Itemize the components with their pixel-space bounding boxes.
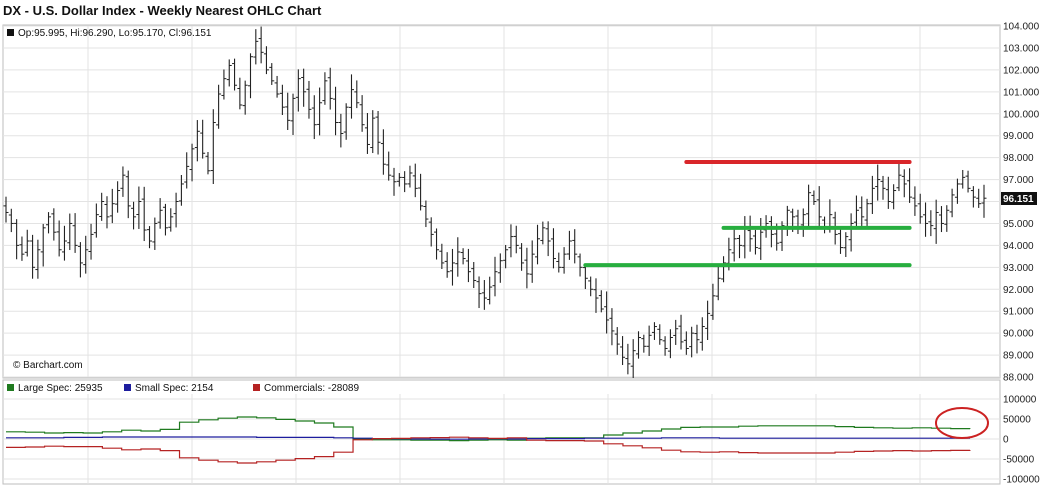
cot-tick-label: 0 [1003, 435, 1009, 446]
small-spec-label: Small Spec: 2154 [135, 383, 214, 394]
price-tick-label: 95.000 [1003, 219, 1034, 230]
price-tick-label: 104.000 [1003, 22, 1040, 33]
cot-tick-label: -100000 [1003, 475, 1040, 486]
price-tick-label: 99.000 [1003, 131, 1034, 142]
price-tick-label: 88.000 [1003, 373, 1034, 384]
cot-panel-frame [2, 379, 1001, 485]
cot-tick-label: 100000 [1003, 395, 1037, 406]
commercials-label: Commercials: -28089 [264, 383, 359, 394]
price-tick-label: 103.000 [1003, 43, 1040, 54]
price-tick-label: 100.000 [1003, 109, 1040, 120]
cot-tick-label: -50000 [1003, 455, 1035, 466]
cot-axis: 100000 50000 0 -50000 -100000 [1003, 395, 1040, 486]
large-spec-label: Large Spec: 25935 [18, 383, 103, 394]
price-tick-label: 97.000 [1003, 175, 1034, 186]
price-tick-label: 93.000 [1003, 263, 1034, 274]
last-price-tag: 96.151 [1003, 194, 1034, 205]
price-tick-label: 89.000 [1003, 351, 1034, 362]
small-spec-swatch [124, 384, 131, 391]
watermark: © Barchart.com [13, 360, 83, 371]
ohlc-readout: Op:95.995, Hi:96.290, Lo:95.170, Cl:96.1… [18, 28, 212, 39]
price-tick-label: 92.000 [1003, 285, 1034, 296]
cot-tick-label: 50000 [1003, 415, 1031, 426]
commercials-swatch [253, 384, 260, 391]
price-tick-label: 101.000 [1003, 87, 1040, 98]
price-tick-label: 90.000 [1003, 329, 1034, 340]
price-tick-label: 91.000 [1003, 307, 1034, 318]
large-spec-swatch [7, 384, 14, 391]
chart-canvas: 104.000 103.000 102.000 101.000 100.000 99.00… [2, 22, 1040, 486]
price-tick-label: 102.000 [1003, 65, 1040, 76]
price-tick-label: 98.000 [1003, 153, 1034, 164]
ohlc-legend-swatch [7, 29, 14, 36]
price-tick-label: 94.000 [1003, 241, 1034, 252]
